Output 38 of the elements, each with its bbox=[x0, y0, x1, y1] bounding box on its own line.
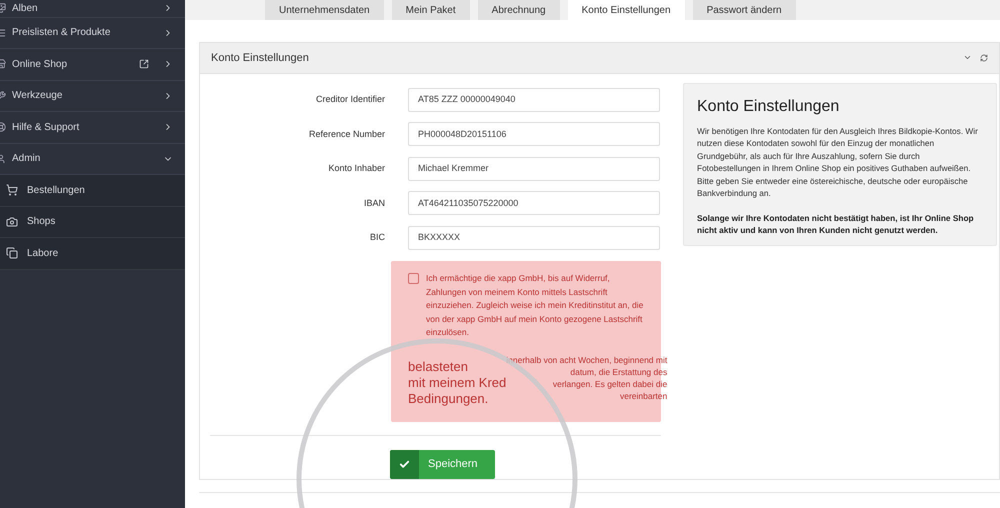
sidebar-item[interactable]: Alben bbox=[0, 0, 185, 18]
field-label: Creditor Identifier bbox=[314, 93, 385, 106]
tab[interactable]: Konto Einstellungen bbox=[568, 0, 685, 20]
text-field[interactable]: BKXXXXX bbox=[408, 226, 660, 250]
checkbox[interactable] bbox=[408, 273, 419, 284]
sidebar-subitem[interactable]: Shops bbox=[0, 206, 185, 238]
refresh-icon[interactable] bbox=[980, 54, 988, 62]
tab[interactable]: Abrechnung bbox=[478, 0, 560, 20]
mandate-text: Ich ermächtige die xapp GmbH, bis auf Widerruf, Zahlungen von meinem Konto mittels Lastschrift einzuziehen. Zugleich weise ich mein Kreditinstitut an, die von der xapp GmbH auf mein Konto gezogene Lastschrift einzulösen. bbox=[426, 272, 644, 340]
info-title: Konto Einstellungen bbox=[697, 96, 840, 116]
info-note: Solange wir Ihre Kontodaten nicht bestätigt haben, ist Ihr Online Shop nicht aktiv und kann von Ihren Kunden nicht genutzt werden. bbox=[697, 212, 975, 236]
mandate-text-fragment: datum, die Erstattung des bbox=[570, 366, 668, 378]
info-text: Wir benötigen Ihre Kontodaten für den Ausgleich Ihres Bildkopie-Kontos. Wir nutzen diese Kontodaten sowohl für den Einzug der monatlichen Grundgebühr, als auch für Ihre Auszahlung, sofern Sie durch Fotobestellungen in Ihrem Online Shop ein positives Guthaben aufweißen. Bitte geben Sie entweder eine östereichische, deutsche oder europäische Bankverbindung an. bbox=[697, 124, 979, 200]
field-label: Konto Inhaber bbox=[327, 162, 385, 175]
text-field[interactable]: AT464211035075220000 bbox=[408, 191, 660, 216]
cart-icon bbox=[6, 184, 18, 196]
panel-title: Konto Einstellungen bbox=[211, 50, 310, 66]
text-field[interactable]: Michael Kremmer bbox=[408, 156, 660, 181]
tab[interactable]: Unternehmensdaten bbox=[265, 0, 384, 20]
mandate-text-fragment: verlangen. Es gelten dabei die bbox=[552, 378, 668, 390]
magnified-text: belasteten bbox=[408, 358, 469, 375]
external-window-icon bbox=[139, 59, 149, 70]
copy-icon bbox=[6, 247, 18, 260]
check-icon bbox=[399, 459, 410, 470]
field-label: BIC bbox=[368, 231, 385, 244]
field-label: IBAN bbox=[362, 196, 385, 210]
mandate-text-fragment: vereinbarten bbox=[620, 390, 668, 402]
sidebar-subitem[interactable]: Labore bbox=[0, 238, 185, 270]
magnified-text: mit meinem Kred bbox=[408, 374, 506, 391]
tab[interactable]: Passwort ändern bbox=[692, 0, 796, 20]
field-label: Reference Number bbox=[308, 128, 385, 140]
text-field[interactable]: PH000048D20151106 bbox=[408, 122, 660, 146]
text-field[interactable]: AT85 ZZZ 00000049040 bbox=[408, 88, 660, 112]
tab[interactable]: Mein Paket bbox=[392, 0, 470, 20]
mandate-text-fragment: innerhalb von acht Wochen, beginnend mit bbox=[506, 354, 668, 366]
sidebar-subitem[interactable]: Bestellungen bbox=[0, 175, 185, 206]
magnified-text: Bedingungen. bbox=[408, 390, 490, 407]
camera-icon bbox=[6, 216, 18, 228]
